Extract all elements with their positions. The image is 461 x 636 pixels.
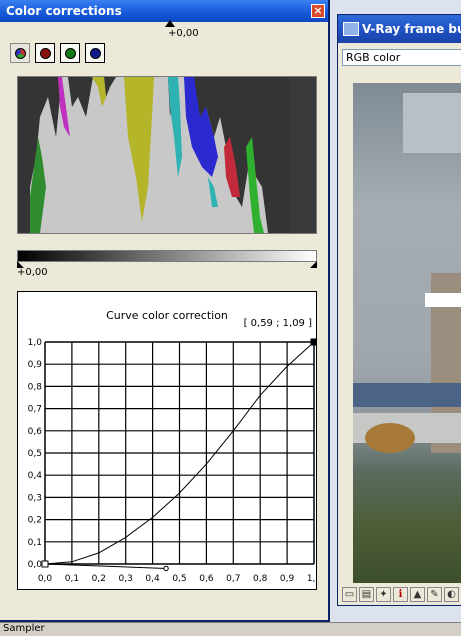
y-tick-label: 0,7 <box>28 405 42 415</box>
x-tick-label: 0,7 <box>226 574 240 584</box>
y-tick-label: 0,0 <box>28 560 43 570</box>
channel-rgb-button[interactable] <box>10 43 30 63</box>
x-tick-label: 0,2 <box>92 574 106 584</box>
vray-window-title: V-Ray frame buf <box>362 22 461 36</box>
pencil-icon[interactable]: ✎ <box>427 587 442 602</box>
render-bush <box>365 423 415 453</box>
dialog-title: Color corrections <box>6 4 122 18</box>
green-channel-icon <box>65 48 76 59</box>
close-button[interactable]: × <box>311 4 325 18</box>
channel-red-button[interactable] <box>35 43 55 63</box>
y-tick-label: 0,6 <box>28 427 43 437</box>
tangent-handle[interactable] <box>163 565 169 572</box>
y-tick-label: 0,1 <box>28 538 42 548</box>
curve-chart[interactable]: 0,0 0,1 0,2 0,3 0,4 0,5 0,6 0,7 0,8 0,9 1,0 0,0 0,1 0… <box>18 292 316 589</box>
region-icon[interactable]: ▲ <box>410 587 425 602</box>
x-tick-label: 0,1 <box>65 574 79 584</box>
vray-frame-buffer-window[interactable]: V-Ray frame buf RGB color ▭ ▤ ✦ i ▲ ✎ ◐ <box>337 14 461 606</box>
white-point-handle[interactable] <box>310 261 317 268</box>
control-point[interactable] <box>310 338 316 346</box>
color-corrections-icon[interactable]: ▤ <box>359 587 374 602</box>
display-icon[interactable]: ▭ <box>342 587 357 602</box>
blue-channel-icon <box>90 48 101 59</box>
control-point[interactable] <box>41 560 49 568</box>
vray-title-bar[interactable]: V-Ray frame buf <box>338 15 461 43</box>
y-tick-label: 0,8 <box>28 382 43 392</box>
render-roof <box>425 293 461 307</box>
channel-green-button[interactable] <box>60 43 80 63</box>
y-tick-label: 0,4 <box>28 471 43 481</box>
x-tick-label: 0,8 <box>253 574 268 584</box>
render-sky-region <box>403 93 461 153</box>
curve-panel[interactable]: Curve color correction [ 0,59 ; 1,09 ] 0… <box>17 291 317 590</box>
y-tick-label: 0,2 <box>28 516 42 526</box>
x-tick-label: 0,4 <box>145 574 160 584</box>
histogram-graphic <box>18 77 316 233</box>
x-tick-label: 0,0 <box>38 574 53 584</box>
x-tick-label: 0,9 <box>280 574 295 584</box>
red-channel-icon <box>40 48 51 59</box>
level-value: +0,00 <box>17 267 48 278</box>
lut-icon[interactable]: ✦ <box>376 587 391 602</box>
x-tick-label: 1,0 <box>307 574 316 584</box>
vray-toolbar: ▭ ▤ ✦ i ▲ ✎ ◐ <box>340 585 461 605</box>
y-tick-label: 0,9 <box>28 360 43 370</box>
channel-blue-button[interactable] <box>85 43 105 63</box>
render-mountains <box>353 383 461 407</box>
histogram <box>17 76 317 234</box>
sampler-label: Sampler <box>3 623 45 634</box>
level-gradient-bar[interactable] <box>17 250 317 262</box>
history-icon[interactable]: ◐ <box>444 587 459 602</box>
info-icon[interactable]: i <box>393 587 408 602</box>
channel-select[interactable]: RGB color <box>342 49 461 66</box>
channel-select-value: RGB color <box>346 51 401 64</box>
x-tick-label: 0,6 <box>199 574 214 584</box>
render-image <box>353 83 461 583</box>
offset-slider-handle[interactable] <box>165 20 175 27</box>
y-tick-label: 1,0 <box>28 338 43 348</box>
status-bar: Sampler <box>0 622 461 636</box>
x-tick-label: 0,5 <box>172 574 186 584</box>
offset-value: +0,00 <box>168 28 199 39</box>
window-icon <box>343 22 359 36</box>
y-tick-label: 0,3 <box>28 493 42 503</box>
rgb-channel-icon <box>15 48 26 59</box>
dialog-title-bar[interactable]: Color corrections × <box>0 0 328 22</box>
x-tick-label: 0,3 <box>119 574 133 584</box>
color-corrections-dialog[interactable]: Color corrections × +0,00 +0,00 Curve co… <box>0 0 330 622</box>
y-tick-label: 0,5 <box>28 449 42 459</box>
